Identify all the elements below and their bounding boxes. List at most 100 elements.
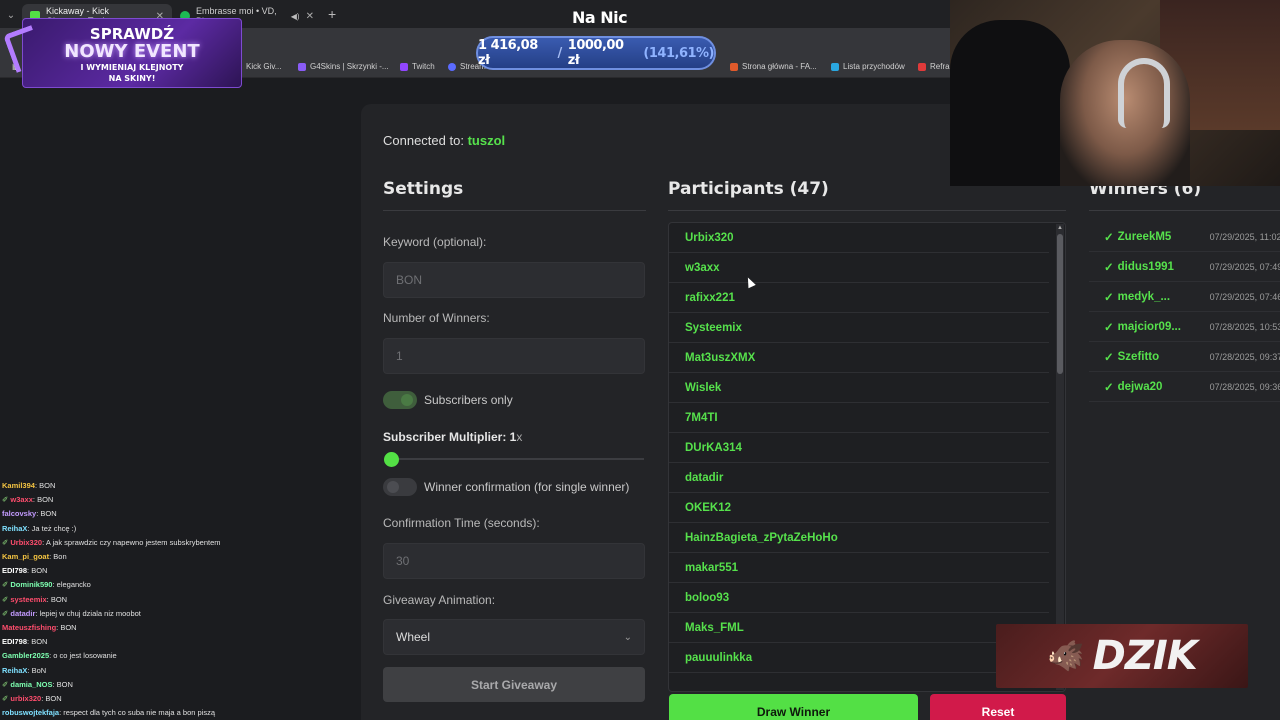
winner-confirmation-toggle[interactable]: [383, 478, 417, 496]
headset-icon: [1118, 58, 1170, 128]
chat-username: Dominik590: [10, 580, 53, 590]
chat-text: BON: [50, 594, 68, 604]
bookmark-item[interactable]: Strona główna - FA...: [730, 62, 817, 71]
bookmark-item[interactable]: Refra: [918, 62, 950, 71]
winner-time: 07/28/2025, 10:53: [1209, 321, 1280, 332]
confirmation-time-input[interactable]: 30: [383, 543, 645, 579]
chat-text: Ja też chcę :): [31, 523, 77, 533]
participant-item: 7M4TI: [669, 403, 1049, 433]
participant-item: datadir: [669, 463, 1049, 493]
keyword-input[interactable]: BON: [383, 262, 645, 298]
divider: [383, 210, 646, 211]
bookmark-item[interactable]: Twitch: [400, 62, 435, 71]
subscribers-only-toggle[interactable]: [383, 391, 417, 409]
donation-current: 1 416,08 zł: [478, 38, 538, 68]
divider: [1089, 210, 1280, 211]
bookmark-item[interactable]: Kick Giv...: [246, 62, 281, 71]
chat-username: w3axx: [10, 495, 33, 505]
participant-item: DUrKA314: [669, 433, 1049, 463]
winner-name: medyk_...: [1117, 290, 1171, 303]
sponsor-name: DZIK: [1092, 633, 1198, 679]
chat-username: ReihaX: [2, 665, 28, 675]
winner-name: Szefitto: [1117, 350, 1160, 363]
chat-username: Mateuszfishing: [2, 623, 57, 633]
promo-line: NOWY EVENT: [64, 41, 200, 62]
start-giveaway-button[interactable]: Start Giveaway: [383, 667, 645, 702]
winner-time: 07/29/2025, 11:02: [1209, 231, 1280, 242]
new-tab-icon[interactable]: +: [328, 6, 336, 22]
participant-item: Maks_FML: [669, 613, 1049, 643]
chat-text: BON: [31, 566, 48, 576]
chat-message: falcovsky: BON: [2, 507, 362, 521]
connected-user: tuszol: [467, 133, 506, 148]
participants-list[interactable]: Urbix320 w3axx rafixx221 Systeemix Mat3u…: [668, 222, 1066, 692]
winner-time: 07/29/2025, 07:49: [1209, 261, 1280, 272]
animation-label: Giveaway Animation:: [383, 593, 496, 607]
chat-text: BON: [56, 679, 73, 689]
toggle-knob: [387, 481, 399, 493]
participants-scroll-thumb[interactable]: [1057, 234, 1063, 374]
chevron-down-icon: ⌄: [623, 631, 632, 643]
chat-username: robuswojtekfaja: [2, 708, 60, 718]
participant-item: Wislek: [669, 373, 1049, 403]
boar-icon: 🐗: [1047, 639, 1085, 673]
keyword-placeholder: BON: [396, 273, 423, 287]
winner-name: majcior09...: [1117, 320, 1181, 333]
multiplier-suffix: x: [516, 430, 523, 444]
winners-count-input[interactable]: 1: [383, 338, 645, 374]
chat-message: Mateuszfishing: BON: [2, 621, 362, 635]
chat-message: ReihaX: BoN: [2, 664, 362, 678]
connected-label: Connected to:: [383, 133, 464, 148]
chat-message: EDI798: BON: [2, 564, 362, 578]
winner-time: 07/29/2025, 07:46: [1209, 291, 1280, 302]
participants-title: Participants (47): [668, 179, 829, 199]
channel-title: Na Nic: [572, 8, 628, 27]
check-icon: ✓: [1104, 231, 1114, 244]
chat-username: Gambler2025: [2, 651, 50, 661]
chat-username: systeemix: [10, 594, 47, 604]
donation-goal-bar: 1 416,08 zł / 1000,00 zł (141,61%): [476, 36, 716, 70]
winners-placeholder: 1: [396, 349, 403, 363]
participant-item: OKEK12: [669, 493, 1049, 523]
winner-item: ✓ medyk_... 07/29/2025, 07:46: [1089, 282, 1280, 312]
winner-item: ✓ Szefitto 07/28/2025, 09:37: [1089, 342, 1280, 372]
promo-line: I WYMIENIAJ KLEJNOTY: [80, 63, 184, 72]
bookmark-item[interactable]: Lista przychodów: [831, 62, 905, 71]
multiplier-slider-handle[interactable]: [384, 452, 399, 467]
animation-select[interactable]: Wheel ⌄: [383, 619, 645, 655]
tab-list-icon[interactable]: ⌄: [0, 10, 22, 21]
participant-item: Mat3uszXMX: [669, 343, 1049, 373]
scroll-up-icon[interactable]: ▲: [1057, 225, 1063, 231]
winner-item: ✓ ZureekM5 07/29/2025, 11:02: [1089, 222, 1280, 252]
chat-message: ✐ datadir: lepiej w chuj dziala niz moob…: [2, 607, 362, 621]
winner-name: ZureekM5: [1117, 230, 1172, 243]
check-icon: ✓: [1104, 351, 1114, 364]
participant-item: HainzBagieta_zPytaZeHoHo: [669, 523, 1049, 553]
winner-name: dejwa20: [1117, 380, 1163, 393]
winner-item: ✓ dejwa20 07/28/2025, 09:36: [1089, 372, 1280, 402]
draw-winner-button[interactable]: Draw Winner: [669, 694, 918, 720]
participant-item: rafixx221: [669, 283, 1049, 313]
chat-text: lepiej w chuj dziala niz moobot: [39, 608, 141, 618]
close-tab-icon[interactable]: ✕: [306, 11, 314, 22]
chat-username: urbix320: [10, 694, 42, 704]
winner-time: 07/28/2025, 09:36: [1209, 381, 1280, 392]
chat-message: ✐ Urbix320: A jak sprawdzic czy napewno …: [2, 536, 362, 550]
reset-button[interactable]: Reset: [930, 694, 1066, 720]
multiplier-text: Subscriber Multiplier: 1: [383, 430, 517, 444]
chat-username: EDI798: [2, 566, 28, 576]
chat-message: Kam_pi_goat: Bon: [2, 550, 362, 564]
check-icon: ✓: [1104, 291, 1114, 304]
participant-item: boloo93: [669, 583, 1049, 613]
winner-item: ✓ didus1991 07/29/2025, 07:49: [1089, 252, 1280, 282]
chat-text: elegancko: [56, 580, 91, 590]
connection-status: Connected to: tuszol: [383, 133, 505, 148]
check-icon: ✓: [1104, 261, 1114, 274]
multiplier-slider-track[interactable]: [392, 458, 644, 460]
chat-username: Urbix320: [10, 537, 43, 547]
donation-percent: (141,61%): [643, 45, 714, 61]
participant-item: Systeemix: [669, 313, 1049, 343]
participant-item: makar551: [669, 553, 1049, 583]
bookmark-item[interactable]: G4Skins | Skrzynki -...: [298, 62, 389, 71]
chat-message: ✐ Dominik590: elegancko: [2, 578, 362, 592]
